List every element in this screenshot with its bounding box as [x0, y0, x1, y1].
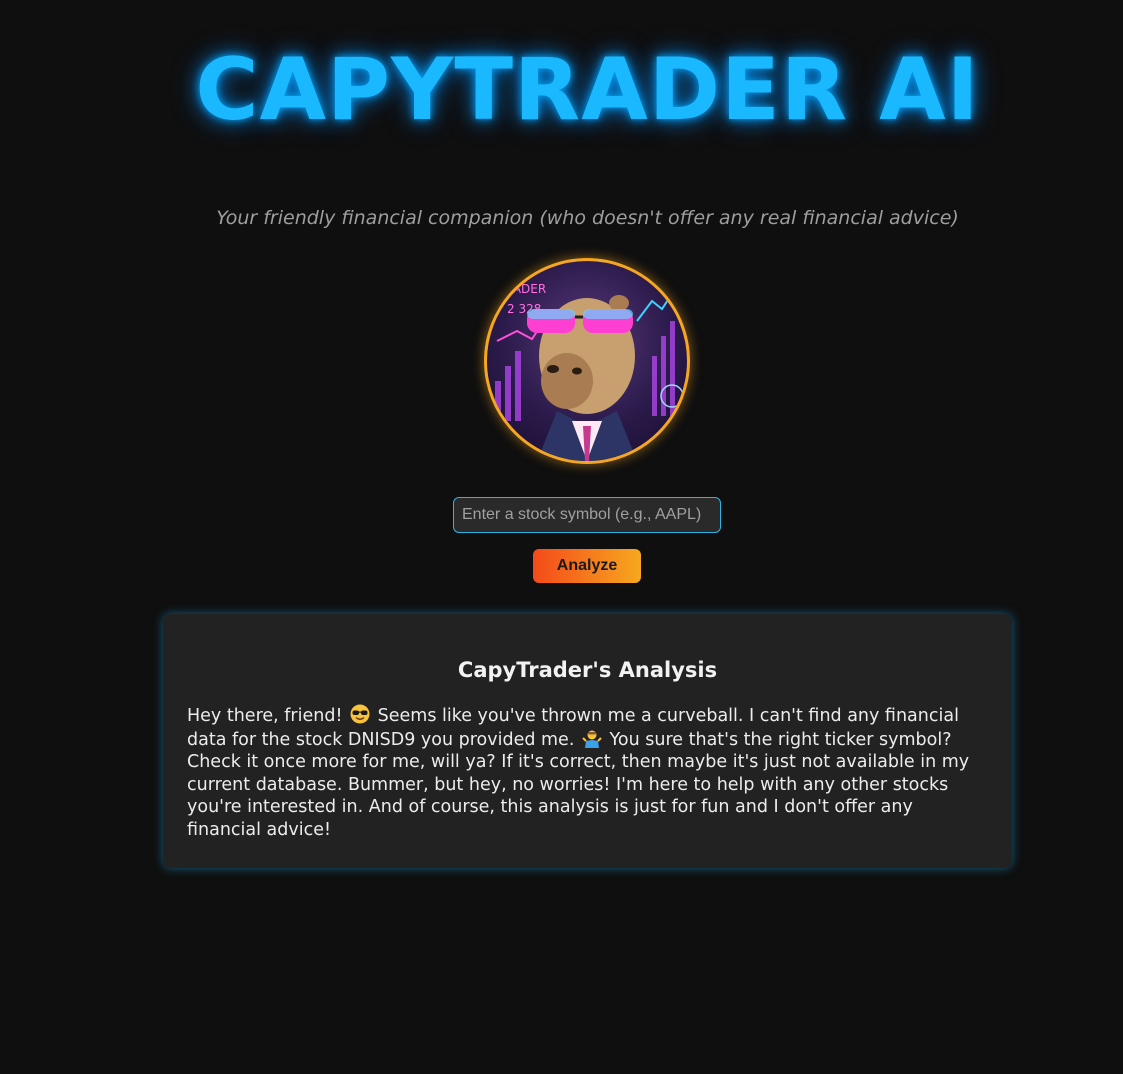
stock-symbol-input[interactable]	[453, 497, 721, 533]
analysis-text-part1: Hey there, friend!	[187, 706, 343, 726]
analyze-button[interactable]: Analyze	[533, 549, 641, 583]
capybara-avatar: RADER 2 328	[484, 258, 690, 464]
analysis-title: CapyTrader's Analysis	[457, 658, 718, 682]
app-subtitle: Your friendly financial companion (who d…	[216, 207, 959, 229]
page: CAPYTRADER AI Your friendly financial co…	[0, 0, 1123, 1074]
capybara-avatar-icon: RADER 2 328	[495, 282, 684, 461]
avatar-badge-text: RADER	[505, 282, 546, 296]
analysis-text: Hey there, friend! Seems like you've thr…	[187, 704, 988, 841]
person-shrugging-emoji-icon	[582, 730, 602, 748]
analysis-card: CapyTrader's Analysis Hey there, friend!…	[163, 614, 1012, 868]
sunglasses-emoji-icon	[350, 704, 370, 724]
app-title: CAPYTRADER AI	[195, 40, 980, 140]
